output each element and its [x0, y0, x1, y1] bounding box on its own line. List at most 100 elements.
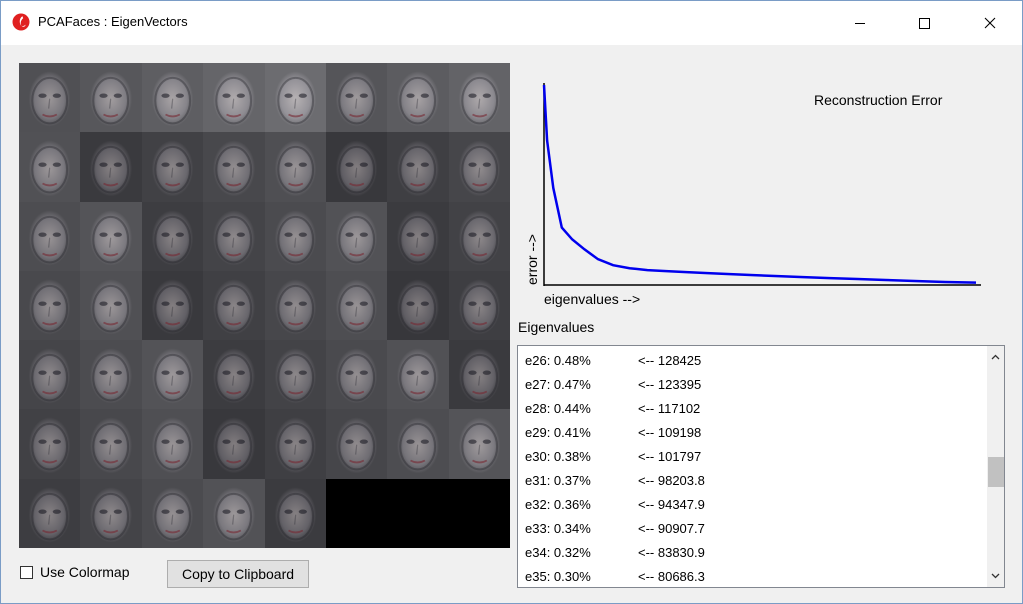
- eigenface-tile: [80, 340, 142, 410]
- close-icon: [984, 17, 996, 29]
- face-icon: [31, 215, 69, 263]
- eigenface-tile: [80, 409, 142, 479]
- title-bar[interactable]: PCAFaces : EigenVectors: [1, 1, 1022, 45]
- eigenvalue-value: <-- 117102: [638, 401, 701, 416]
- eigenvalue-value: <-- 83830.9: [638, 545, 705, 560]
- eigenface-tile: [448, 270, 510, 341]
- eigenface-tile: [203, 132, 265, 202]
- face-icon: [460, 76, 498, 125]
- chart-x-label: eigenvalues -->: [544, 291, 641, 307]
- face-icon: [31, 76, 69, 125]
- eigenface-tile: [448, 340, 510, 410]
- eigenvalue-name: e33: 0.34%: [525, 521, 591, 536]
- eigenface-tile: [80, 63, 142, 133]
- app-logo-icon: [12, 13, 30, 31]
- eigenface-tile: [264, 132, 326, 202]
- face-icon: [92, 215, 130, 263]
- face-icon: [399, 284, 437, 333]
- eigenface-tile: [448, 132, 510, 202]
- eigenvalue-name: e35: 0.30%: [525, 569, 591, 584]
- face-icon: [92, 284, 130, 333]
- eigenface-tile: [325, 340, 388, 410]
- face-icon: [460, 215, 498, 263]
- use-colormap-checkbox[interactable]: [20, 565, 33, 579]
- eigenvalue-name: e31: 0.37%: [525, 473, 591, 488]
- face-icon: [338, 146, 375, 194]
- face-icon: [31, 423, 69, 471]
- scroll-down-icon[interactable]: [990, 570, 1001, 581]
- eigenvalue-value: <-- 128425: [638, 353, 702, 368]
- face-icon: [460, 284, 498, 333]
- face-icon: [460, 353, 498, 402]
- eigenface-tile: [387, 63, 449, 133]
- face-icon: [399, 353, 437, 402]
- minimize-icon: [855, 23, 865, 24]
- face-icon: [215, 492, 253, 541]
- minimize-button[interactable]: [837, 1, 883, 45]
- eigenvalue-name: e29: 0.41%: [525, 425, 591, 440]
- face-icon: [215, 215, 253, 263]
- face-icon: [31, 146, 69, 194]
- copy-to-clipboard-button[interactable]: Copy to Clipboard: [167, 560, 309, 588]
- face-icon: [338, 284, 375, 333]
- face-icon: [31, 353, 69, 402]
- face-icon: [276, 146, 314, 194]
- face-icon: [92, 423, 130, 471]
- face-icon: [338, 353, 375, 402]
- vertical-scrollbar[interactable]: [987, 346, 1004, 587]
- face-icon: [276, 492, 314, 541]
- face-icon: [215, 76, 253, 125]
- eigenface-tile: [264, 201, 326, 271]
- face-icon: [154, 76, 191, 125]
- eigenface-tile: [387, 409, 449, 479]
- eigenface-tile: [203, 201, 265, 271]
- face-icon: [460, 423, 498, 471]
- face-icon: [154, 353, 191, 402]
- eigenface-tile: [203, 270, 265, 341]
- eigenface-tile: [387, 340, 449, 410]
- eigenface-tile: [325, 478, 388, 548]
- scroll-up-icon[interactable]: [990, 352, 1001, 363]
- eigenvalue-value: <-- 90907.7: [638, 521, 705, 536]
- eigenface-tile: [141, 478, 204, 548]
- eigenface-tile: [203, 478, 265, 548]
- face-icon: [399, 146, 437, 194]
- eigenvalue-name: e27: 0.47%: [525, 377, 591, 392]
- eigenvalue-value: <-- 109198: [638, 425, 702, 440]
- eigenface-tile: [264, 63, 326, 133]
- chart-title: Reconstruction Error: [814, 92, 943, 108]
- eigenface-tile: [325, 409, 388, 479]
- eigenface-tile: [448, 409, 510, 479]
- face-icon: [215, 353, 253, 402]
- eigenface-tile: [448, 201, 510, 271]
- eigenface-tile: [325, 201, 388, 271]
- eigenvalues-listbox[interactable]: e26: 0.48% <-- 128425 e27: 0.47% <-- 123395…: [517, 345, 1005, 588]
- eigenvalue-name: e32: 0.36%: [525, 497, 591, 512]
- face-icon: [460, 146, 498, 194]
- face-icon: [276, 76, 314, 125]
- eigenface-tile: [141, 409, 204, 479]
- eigenface-tile: [325, 270, 388, 341]
- face-icon: [92, 353, 130, 402]
- maximize-button[interactable]: [901, 1, 947, 45]
- use-colormap-option[interactable]: Use Colormap: [20, 564, 129, 580]
- face-icon: [215, 284, 253, 333]
- window-title: PCAFaces : EigenVectors: [38, 14, 188, 29]
- close-button[interactable]: [967, 1, 1013, 45]
- eigenface-tile: [80, 478, 142, 548]
- eigenvalue-value: <-- 98203.8: [638, 473, 705, 488]
- eigenface-tile: [19, 340, 81, 410]
- eigenface-tile: [19, 478, 81, 548]
- eigenface-tile: [448, 63, 510, 133]
- eigenface-tile: [19, 270, 81, 341]
- face-icon: [31, 284, 69, 333]
- eigenface-tile: [203, 63, 265, 133]
- eigenvalue-name: e26: 0.48%: [525, 353, 591, 368]
- eigenface-tile: [325, 63, 388, 133]
- eigenface-tile: [19, 201, 81, 271]
- face-icon: [154, 146, 191, 194]
- eigenvalue-value: <-- 80686.3: [638, 569, 705, 584]
- eigenvalue-name: e30: 0.38%: [525, 449, 591, 464]
- eigenface-tile: [19, 409, 81, 479]
- scrollbar-thumb[interactable]: [988, 457, 1004, 487]
